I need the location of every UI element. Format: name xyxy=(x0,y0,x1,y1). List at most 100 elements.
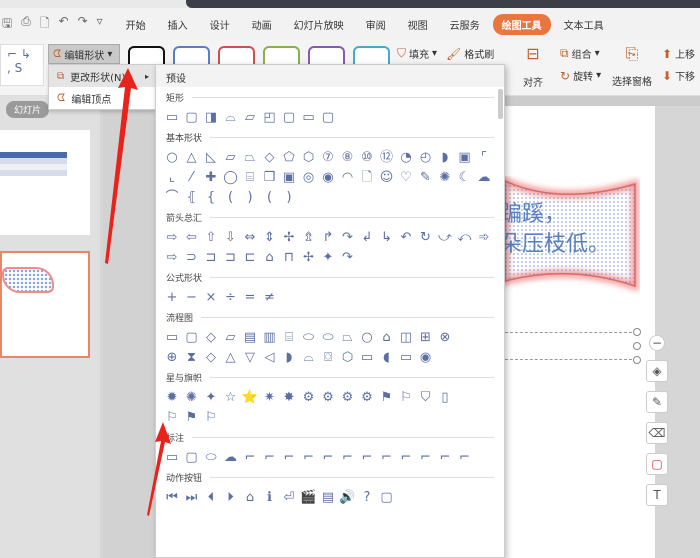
shape-option-icon[interactable]: ⌐ xyxy=(418,449,434,465)
shape-option-icon[interactable]: ○ xyxy=(164,149,180,165)
shape-option-icon[interactable]: ⚑ xyxy=(184,409,200,425)
tab-0[interactable]: 开始 xyxy=(117,14,155,35)
shape-option-icon[interactable]: ▤ xyxy=(320,489,336,505)
shape-option-icon[interactable]: ▤ xyxy=(242,329,258,345)
shape-option-icon[interactable]: ↷ xyxy=(340,229,356,245)
shape-option-icon[interactable]: ❒ xyxy=(262,169,278,185)
shape-option-icon[interactable]: ⌐ xyxy=(437,449,453,465)
shape-option-icon[interactable]: ⏭ xyxy=(184,489,200,505)
redo-icon[interactable]: ↷ xyxy=(78,14,88,35)
shape-option-icon[interactable]: ⌜ xyxy=(476,149,492,165)
shape-option-icon[interactable]: ⇩ xyxy=(223,229,239,245)
shape-option-icon[interactable]: ▱ xyxy=(223,149,239,165)
shape-option-icon[interactable]: ◨ xyxy=(203,109,219,125)
shape-option-icon[interactable]: ▯ xyxy=(437,389,453,405)
shape-option-icon[interactable]: ◠ xyxy=(340,169,356,185)
resize-handle[interactable] xyxy=(633,328,641,336)
shape-option-icon[interactable]: ⬡ xyxy=(340,349,356,365)
pen-icon[interactable]: ✎ xyxy=(646,391,668,413)
shape-gallery-scroll[interactable]: ⌐ ↳, S xyxy=(0,44,44,86)
shape-option-icon[interactable]: ⌐ xyxy=(379,449,395,465)
shape-option-icon[interactable]: 🗋 xyxy=(359,169,375,185)
shape-option-icon[interactable]: ⇦ xyxy=(184,229,200,245)
move-up-button[interactable]: ⬆ 上移 xyxy=(662,46,695,62)
shape-option-icon[interactable]: ✢ xyxy=(301,249,317,265)
shape-option-icon[interactable]: ▢ xyxy=(281,109,297,125)
shape-option-icon[interactable]: ▭ xyxy=(398,349,414,365)
shape-option-icon[interactable]: ⬠ xyxy=(281,149,297,165)
shape-option-icon[interactable]: ▢ xyxy=(184,449,200,465)
shape-option-icon[interactable]: ⌞ xyxy=(164,169,180,185)
shape-option-icon[interactable]: ⚐ xyxy=(164,409,180,425)
shape-option-icon[interactable]: ☺ xyxy=(379,169,395,185)
shape-option-icon[interactable]: ⚙ xyxy=(340,389,356,405)
shape-option-icon[interactable]: ☁ xyxy=(223,449,239,465)
shape-option-icon[interactable]: ⌂ xyxy=(242,489,258,505)
shape-option-icon[interactable]: ✦ xyxy=(320,249,336,265)
shape-option-icon[interactable]: ✹ xyxy=(164,389,180,405)
shape-option-icon[interactable]: ⊐ xyxy=(223,249,239,265)
undo-icon[interactable]: ↶ xyxy=(59,14,69,35)
shape-option-icon[interactable]: ▭ xyxy=(164,109,180,125)
shape-option-icon[interactable]: ◉ xyxy=(418,349,434,365)
shape-option-icon[interactable]: ↶ xyxy=(398,229,414,245)
change-shape-item[interactable]: ⧉ 更改形状(N) ▸ xyxy=(49,65,155,87)
panel-splitter[interactable] xyxy=(103,96,155,558)
shape-option-icon[interactable]: ⊞ xyxy=(418,329,434,345)
shape-option-icon[interactable]: ⑩ xyxy=(359,149,375,165)
shape-option-icon[interactable]: ○ xyxy=(359,329,375,345)
shape-option-icon[interactable]: ℹ xyxy=(262,489,278,505)
shape-option-icon[interactable]: ↱ xyxy=(320,229,336,245)
shape-option-icon[interactable]: ▣ xyxy=(457,149,473,165)
shape-option-icon[interactable]: ( xyxy=(223,189,239,205)
shape-option-icon[interactable]: ⇨ xyxy=(164,229,180,245)
shape-option-icon[interactable]: ⛉ xyxy=(418,389,434,405)
shape-option-icon[interactable]: ⇯ xyxy=(301,229,317,245)
outline-icon[interactable]: ▢ xyxy=(646,453,668,475)
shape-option-icon[interactable]: ( xyxy=(262,189,278,205)
shape-option-icon[interactable]: ⌂ xyxy=(379,329,395,345)
shape-option-icon[interactable]: ⑫ xyxy=(379,149,395,165)
move-down-button[interactable]: ⬇ 下移 xyxy=(662,68,695,84)
tab-8[interactable]: 绘图工具 xyxy=(492,13,551,35)
shape-option-icon[interactable]: = xyxy=(242,289,258,305)
shape-option-icon[interactable]: ⇨ xyxy=(164,249,180,265)
shape-option-icon[interactable]: ⦃ xyxy=(184,189,200,205)
shape-option-icon[interactable]: ⌸ xyxy=(281,329,297,345)
shape-option-icon[interactable]: ⚙ xyxy=(320,389,336,405)
shape-option-icon[interactable]: ◇ xyxy=(203,329,219,345)
shape-option-icon[interactable]: ⌸ xyxy=(242,169,258,185)
shape-option-icon[interactable]: ◇ xyxy=(262,149,278,165)
shape-option-icon[interactable]: ✦ xyxy=(203,389,219,405)
shape-option-icon[interactable]: ▣ xyxy=(281,169,297,185)
tab-2[interactable]: 设计 xyxy=(201,14,239,35)
shape-option-icon[interactable]: ⏴ xyxy=(203,489,219,505)
shape-option-icon[interactable]: ⏮ xyxy=(164,489,180,505)
shape-option-icon[interactable]: ◎ xyxy=(301,169,317,185)
slides-tab[interactable]: 幻灯片 xyxy=(6,101,50,118)
eraser-icon[interactable]: ⌫ xyxy=(646,422,668,444)
shape-option-icon[interactable]: ⌐ xyxy=(398,449,414,465)
shape-option-icon[interactable]: ▥ xyxy=(262,329,278,345)
shape-option-icon[interactable]: ◗ xyxy=(281,349,297,365)
shape-option-icon[interactable]: ↳ xyxy=(379,229,395,245)
shape-option-icon[interactable]: ⌼ xyxy=(320,349,336,365)
shape-option-icon[interactable]: ▢ xyxy=(379,489,395,505)
shape-option-icon[interactable]: ⌐ xyxy=(320,449,336,465)
format-painter-button[interactable]: 🖌 格式刷 xyxy=(446,46,494,62)
shape-option-icon[interactable]: ◺ xyxy=(203,149,219,165)
shape-option-icon[interactable]: ⬭ xyxy=(301,329,317,345)
shape-option-icon[interactable]: ▭ xyxy=(301,109,317,125)
shape-option-icon[interactable]: ) xyxy=(242,189,258,205)
shape-option-icon[interactable]: ⬡ xyxy=(301,149,317,165)
align-button[interactable]: ⊟ 对齐 xyxy=(523,44,543,89)
shape-option-icon[interactable]: ⧗ xyxy=(184,349,200,365)
shape-option-icon[interactable]: ◰ xyxy=(262,109,278,125)
shape-option-icon[interactable]: 🔊 xyxy=(339,489,355,505)
shape-option-icon[interactable]: + xyxy=(164,289,180,305)
shape-option-icon[interactable]: ↲ xyxy=(359,229,375,245)
shape-option-icon[interactable]: ⚙ xyxy=(359,389,375,405)
layers-icon[interactable]: ◈ xyxy=(646,360,668,382)
tab-6[interactable]: 视图 xyxy=(399,14,437,35)
shape-option-icon[interactable]: ⇧ xyxy=(203,229,219,245)
